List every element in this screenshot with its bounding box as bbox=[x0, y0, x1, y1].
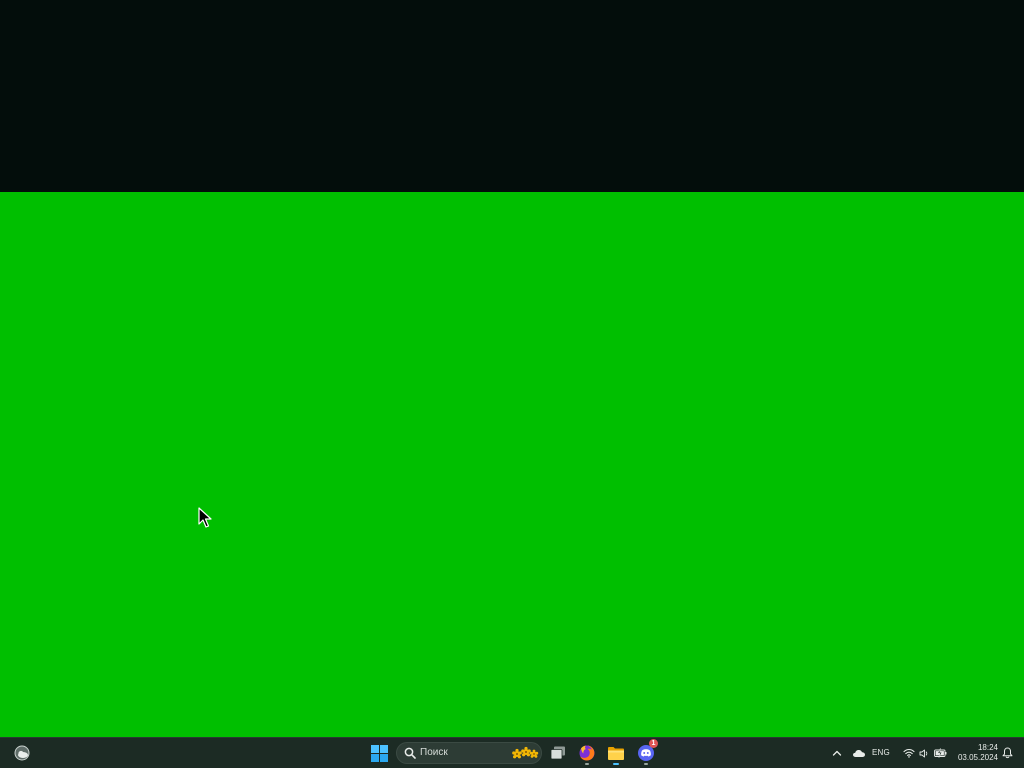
clock[interactable]: 18:24 03.05.2024 bbox=[954, 743, 998, 763]
desktop-background[interactable] bbox=[0, 192, 1024, 737]
onedrive-icon bbox=[853, 750, 865, 757]
windows-logo-icon bbox=[370, 744, 388, 762]
weather-cloudy-icon bbox=[14, 745, 30, 761]
notification-badge: 1 bbox=[649, 739, 658, 748]
task-view-button[interactable] bbox=[545, 741, 571, 765]
firefox-button[interactable] bbox=[574, 741, 600, 765]
discord-button[interactable]: 1 bbox=[633, 739, 659, 765]
wifi-icon bbox=[903, 748, 915, 758]
volume-icon bbox=[919, 749, 928, 758]
folder-icon bbox=[608, 747, 624, 760]
onedrive-button[interactable] bbox=[848, 741, 870, 765]
running-indicator bbox=[644, 763, 648, 765]
search-box[interactable]: Поиск bbox=[396, 742, 542, 764]
clock-time: 18:24 bbox=[977, 743, 998, 752]
start-button[interactable] bbox=[366, 741, 392, 765]
weather-widget-button[interactable] bbox=[9, 741, 35, 765]
task-view-icon bbox=[550, 746, 565, 760]
bell-icon bbox=[1002, 747, 1012, 759]
clock-date: 03.05.2024 bbox=[957, 753, 998, 762]
notifications-button[interactable] bbox=[996, 741, 1018, 765]
language-indicator[interactable]: ENG bbox=[872, 748, 890, 758]
taskbar: Поиск 1 ENG 18:24 03.05.2024 bbox=[0, 737, 1024, 768]
flowers-icon bbox=[512, 746, 539, 759]
search-icon bbox=[404, 747, 416, 759]
active-indicator bbox=[613, 763, 619, 765]
mouse-cursor-icon bbox=[198, 507, 212, 528]
battery-charging-icon bbox=[934, 748, 947, 758]
chevron-up-icon bbox=[832, 750, 842, 756]
running-indicator bbox=[585, 763, 589, 765]
quick-settings-button[interactable] bbox=[899, 741, 951, 765]
screen: Поиск 1 ENG 18:24 03.05.2024 bbox=[0, 0, 1024, 768]
firefox-icon bbox=[579, 745, 595, 761]
show-hidden-icons-button[interactable] bbox=[826, 741, 848, 765]
file-explorer-button[interactable] bbox=[603, 741, 629, 765]
search-placeholder: Поиск bbox=[420, 747, 448, 758]
dark-top-band bbox=[0, 0, 1024, 192]
